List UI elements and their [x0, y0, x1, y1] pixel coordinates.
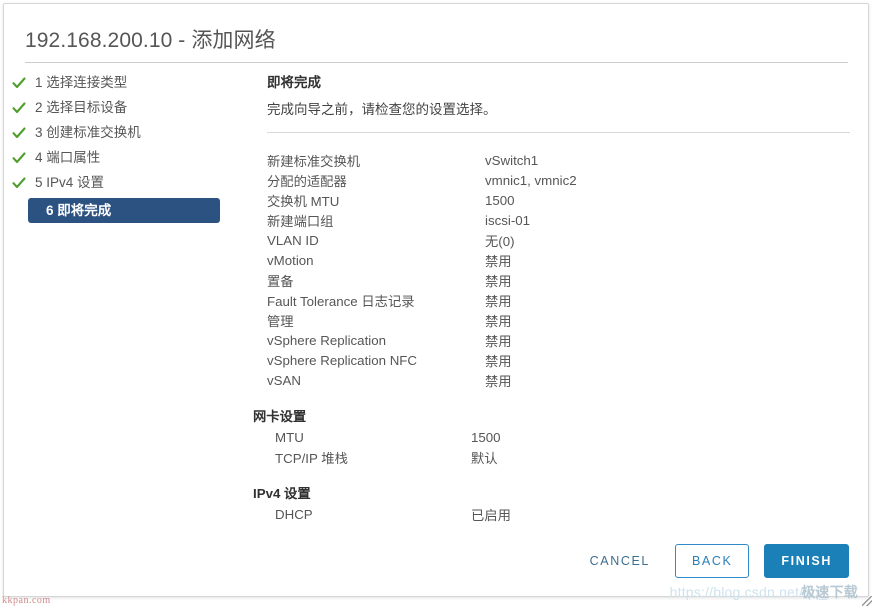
summary-key: MTU — [275, 429, 304, 445]
summary-key: 分配的适配器 — [267, 173, 347, 189]
summary-row: DHCP 已启用 — [253, 504, 850, 524]
sidebar-step-3[interactable]: 3 创建标准交换机 — [4, 120, 242, 145]
page-title: 即将完成 — [267, 75, 321, 90]
summary-row: vSAN 禁用 — [267, 370, 850, 390]
summary-list: 新建标准交换机 vSwitch1 分配的适配器 vmnic1, vmnic2 交… — [267, 150, 850, 390]
summary-value: 禁用 — [485, 293, 512, 309]
summary-value: 1500 — [471, 429, 501, 445]
summary-row: vSphere Replication 禁用 — [267, 330, 850, 350]
resize-corner-icon[interactable] — [862, 596, 872, 606]
summary-key: vSphere Replication NFC — [267, 352, 418, 368]
summary-value: vSwitch1 — [485, 152, 539, 168]
summary-value: 禁用 — [485, 353, 512, 369]
summary-row: 管理 禁用 — [267, 310, 850, 330]
check-icon — [12, 101, 26, 115]
group-title: IPv4 设置 — [253, 486, 311, 501]
check-icon — [12, 176, 26, 190]
sidebar-step-5-label: 5 IPv4 设置 — [35, 174, 105, 190]
dialog-title: 192.168.200.10 - 添加网络 — [25, 29, 276, 52]
summary-value: 禁用 — [485, 333, 512, 349]
summary-value: 禁用 — [485, 273, 512, 289]
summary-row: 分配的适配器 vmnic1, vmnic2 — [267, 170, 850, 190]
sidebar-step-4[interactable]: 4 端口属性 — [4, 145, 242, 170]
summary-row: vMotion 禁用 — [267, 250, 850, 270]
sidebar-step-6-label: 6 即将完成 — [46, 202, 112, 218]
sidebar-step-2[interactable]: 2 选择目标设备 — [4, 95, 242, 120]
wizard-content-pane: 即将完成 完成向导之前，请检查您的设置选择。 新建标准交换机 vSwitch1 … — [253, 70, 850, 524]
summary-key: VLAN ID — [267, 232, 319, 248]
sidebar-step-6[interactable]: 6 即将完成 — [28, 198, 220, 223]
summary-key: 管理 — [267, 313, 294, 329]
sidebar-step-5[interactable]: 5 IPv4 设置 — [4, 170, 242, 195]
check-icon — [12, 151, 26, 165]
summary-key: vSphere Replication — [267, 332, 387, 348]
check-icon — [12, 126, 26, 140]
page-subtitle: 完成向导之前，请检查您的设置选择。 — [267, 101, 497, 117]
summary-value: vmnic1, vmnic2 — [485, 172, 577, 188]
watermark-overlay-text: 极速下载 — [801, 584, 858, 600]
group-title: 网卡设置 — [253, 409, 307, 424]
sidebar-step-3-label: 3 创建标准交换机 — [35, 124, 141, 140]
summary-value: 1500 — [485, 192, 515, 208]
finish-button[interactable]: FINISH — [764, 544, 849, 578]
summary-key: Fault Tolerance 日志记录 — [267, 293, 415, 309]
summary-key: 新建标准交换机 — [267, 153, 361, 169]
summary-group-nic-settings: 网卡设置 MTU 1500 TCP/IP 堆栈 默认 — [253, 407, 850, 467]
summary-key: 新建端口组 — [267, 213, 334, 229]
dialog-header: 192.168.200.10 - 添加网络 — [4, 4, 868, 63]
cancel-button[interactable]: CANCEL — [580, 544, 660, 578]
sidebar-step-4-label: 4 端口属性 — [35, 149, 101, 165]
summary-value: 禁用 — [485, 373, 512, 389]
summary-row: MTU 1500 — [253, 427, 850, 447]
summary-key: 交换机 MTU — [267, 193, 340, 209]
summary-value: 禁用 — [485, 313, 512, 329]
summary-group-ipv4-settings: IPv4 设置 DHCP 已启用 — [253, 484, 850, 524]
header-divider — [25, 62, 848, 63]
summary-row: 交换机 MTU 1500 — [267, 190, 850, 210]
summary-row: vSphere Replication NFC 禁用 — [267, 350, 850, 370]
summary-key: DHCP — [275, 506, 313, 522]
summary-key: vMotion — [267, 252, 314, 268]
check-icon — [12, 76, 26, 90]
sidebar-step-1-label: 1 选择连接类型 — [35, 74, 128, 90]
sidebar-step-1[interactable]: 1 选择连接类型 — [4, 70, 242, 95]
content-divider — [267, 132, 850, 133]
screenshot-root: 192.168.200.10 - 添加网络 1 选择连接类型 2 选择目标设备 — [0, 0, 874, 608]
summary-value: 禁用 — [485, 253, 512, 269]
summary-value: 默认 — [471, 450, 498, 466]
summary-key: TCP/IP 堆栈 — [275, 450, 348, 466]
sidebar-step-2-label: 2 选择目标设备 — [35, 99, 128, 115]
summary-row: Fault Tolerance 日志记录 禁用 — [267, 290, 850, 310]
summary-row: 新建标准交换机 vSwitch1 — [267, 150, 850, 170]
watermark-bottom-left: kkpan.com — [2, 595, 51, 606]
wizard-step-nav: 1 选择连接类型 2 选择目标设备 3 创建标准交换机 4 端口属性 5 IPv… — [4, 70, 242, 223]
summary-value: 无(0) — [485, 233, 515, 249]
back-button[interactable]: BACK — [674, 544, 750, 578]
summary-row: VLAN ID 无(0) — [267, 230, 850, 250]
summary-row: 置备 禁用 — [267, 270, 850, 290]
add-networking-wizard-dialog: 192.168.200.10 - 添加网络 1 选择连接类型 2 选择目标设备 — [3, 3, 869, 597]
summary-row: 新建端口组 iscsi-01 — [267, 210, 850, 230]
summary-row: TCP/IP 堆栈 默认 — [253, 447, 850, 467]
summary-value: 已启用 — [471, 507, 511, 523]
summary-value: iscsi-01 — [485, 212, 531, 228]
summary-key: 置备 — [267, 273, 294, 289]
watermark-bottom-right: https://blog.csdn.net/qq_极速下载 — [670, 582, 858, 602]
summary-key: vSAN — [267, 372, 301, 388]
footer-button-row: CANCEL BACK FINISH — [580, 544, 849, 578]
